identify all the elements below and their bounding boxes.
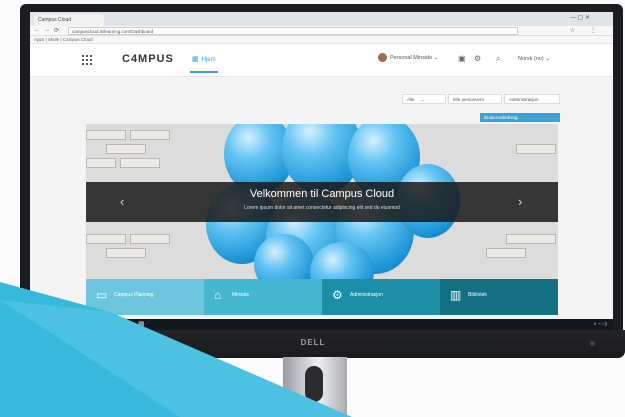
filter-select[interactable]: Alle ⌄ — [402, 94, 446, 104]
language-select[interactable]: Norsk (no) ⌄ — [518, 56, 550, 62]
tile-campus-planning[interactable]: ▭ Campus Planning — [86, 279, 204, 315]
url-field[interactable]: campuscloud.itslearning.com/Dashboard — [68, 27, 518, 35]
hero-title: Velkommen til Campus Cloud — [249, 188, 395, 200]
tile-label: Bibliotek — [468, 292, 487, 298]
next-arrow-icon[interactable]: › — [518, 194, 522, 209]
tile-minside[interactable]: ⌂ Minside — [204, 279, 322, 315]
hero-caption: ‹ Velkommen til Campus Cloud Lorem ipsum… — [86, 182, 558, 222]
bookmarks-bar[interactable]: Apps | Skole | Campus Cloud — [30, 36, 613, 44]
star-icon[interactable]: ☆ — [570, 27, 575, 34]
brick — [86, 158, 116, 168]
photo-stage: Campus Cloud — ▢ ✕ ← → ⟳ campuscloud.its… — [0, 0, 625, 417]
brick — [120, 158, 160, 168]
system-tray-icon[interactable]: ∧ ⌁ ◁) — [594, 321, 607, 327]
nav-home-label: Hjem — [201, 57, 216, 63]
brick — [516, 144, 556, 154]
quick-links: ▭ Campus Planning ⌂ Minside ⚙ Administrasjo… — [86, 279, 558, 315]
building-icon: ▥ — [450, 288, 462, 302]
monitor-screen: Campus Cloud — ▢ ✕ ← → ⟳ campuscloud.its… — [30, 12, 613, 330]
site-logo[interactable]: C4MPUS — [122, 53, 174, 65]
menu-icon[interactable]: ⋮ — [590, 27, 596, 34]
privacy-button[interactable]: Min personvern — [448, 94, 502, 104]
forward-icon[interactable]: → — [44, 27, 50, 33]
brick — [486, 248, 526, 258]
store-icon[interactable]: ▦ — [138, 320, 145, 328]
message-icon[interactable]: ▣ — [458, 54, 466, 63]
dell-logo: DELL — [300, 338, 326, 347]
folder-icon[interactable]: ▤ — [126, 320, 133, 328]
app-grid-icon[interactable] — [82, 55, 92, 65]
site-header: C4MPUS ▦ Hjem Personal Minside ⌄ ▣ ⚙ ⌕ No… — [30, 44, 613, 77]
search-icon[interactable]: ⌕ — [496, 54, 500, 64]
stand-cable-hole — [305, 366, 323, 402]
brick — [106, 248, 146, 258]
tile-label: Campus Planning — [114, 292, 154, 298]
chevron-down-icon: ⌄ — [433, 54, 439, 61]
hero-carousel: ‹ Velkommen til Campus Cloud Lorem ipsum… — [86, 124, 558, 282]
user-menu[interactable]: Personal Minside ⌄ — [378, 53, 438, 62]
user-name: Personal Minside — [390, 54, 433, 61]
brick — [86, 130, 126, 140]
home-grid-icon: ▦ — [192, 56, 199, 63]
window-controls[interactable]: — ▢ ✕ — [570, 14, 590, 21]
tile-bibliotek[interactable]: ▥ Bibliotek — [440, 279, 558, 315]
power-indicator — [590, 341, 595, 346]
browser-icon[interactable]: ◉ — [102, 320, 108, 328]
browser-tab-bar: Campus Cloud — ▢ ✕ — [30, 12, 613, 26]
browser-tab[interactable]: Campus Cloud — [34, 14, 104, 26]
brick — [106, 144, 146, 154]
edge-icon[interactable]: e — [114, 320, 118, 327]
brick — [506, 234, 556, 244]
os-taskbar: ⊞ ▯ ◉ e ▤ ▦ ∧ ⌁ ◁) — [30, 319, 613, 330]
brick — [130, 234, 170, 244]
nav-home-link[interactable]: ▦ Hjem — [190, 55, 218, 73]
tile-label: Minside — [232, 292, 250, 298]
home-icon: ⌂ — [214, 288, 222, 302]
brick — [86, 234, 126, 244]
reload-icon[interactable]: ⟳ — [54, 27, 59, 34]
tile-administrasjon[interactable]: ⚙ Administrasjon — [322, 279, 440, 315]
explorer-icon[interactable]: ▯ — [90, 320, 94, 328]
back-icon[interactable]: ← — [34, 27, 40, 33]
brick — [130, 130, 170, 140]
carousel-indicators — [302, 274, 346, 277]
hero-subtitle: Lorem ipsum dolor sit amet consectetur a… — [244, 205, 400, 211]
avatar — [378, 53, 387, 62]
admin-button[interactable]: Administrasjon — [504, 94, 560, 104]
gear-icon: ⚙ — [332, 288, 343, 302]
address-bar: ← → ⟳ campuscloud.itslearning.com/Dashbo… — [30, 26, 613, 36]
guide-button[interactable]: Brukerveiledning — [480, 113, 560, 122]
tile-label: Administrasjon — [350, 292, 383, 298]
start-icon[interactable]: ⊞ — [36, 320, 42, 328]
settings-icon[interactable]: ⚙ — [474, 54, 481, 63]
book-icon: ▭ — [96, 288, 108, 302]
